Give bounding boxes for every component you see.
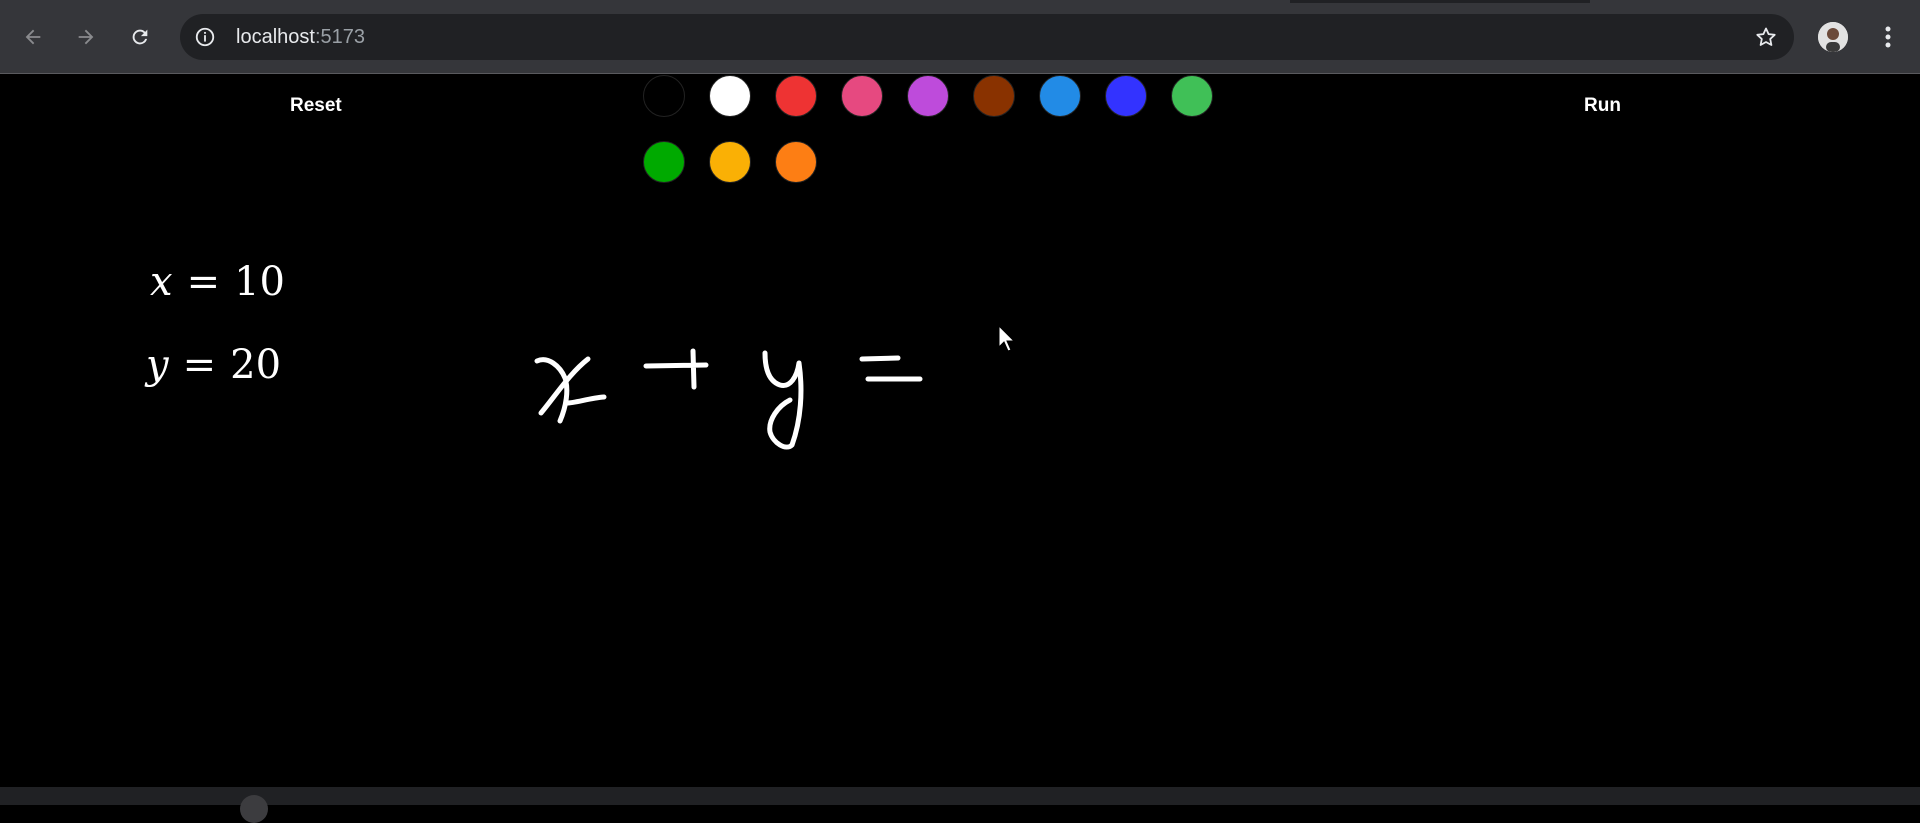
color-swatch-orange[interactable]: [775, 141, 817, 183]
bottom-strip-dot: [240, 795, 268, 823]
reset-button[interactable]: Reset: [278, 91, 354, 121]
browser-menu-button[interactable]: [1872, 21, 1904, 53]
address-bar[interactable]: localhost:5173: [180, 14, 1794, 60]
result-variable: y: [146, 342, 169, 388]
color-swatch-blue[interactable]: [1105, 75, 1147, 117]
result-y: y = 20: [146, 342, 281, 388]
profile-avatar-icon: [1818, 22, 1848, 52]
reload-icon: [132, 29, 148, 45]
back-button[interactable]: [17, 21, 49, 53]
info-icon[interactable]: [194, 26, 216, 48]
result-variable: x: [150, 259, 173, 305]
reload-button[interactable]: [124, 21, 156, 53]
profile-avatar[interactable]: [1818, 22, 1848, 52]
result-value: 20: [230, 342, 282, 388]
color-swatch-black[interactable]: [643, 75, 685, 117]
drawing-canvas[interactable]: [0, 75, 1920, 787]
arrow-left-icon: [25, 29, 41, 45]
color-swatch-white[interactable]: [709, 75, 751, 117]
handwritten-plus-stroke: [643, 348, 709, 390]
url-text: localhost:5173: [236, 26, 365, 48]
color-swatch-red[interactable]: [775, 75, 817, 117]
result-equals: =: [182, 342, 217, 388]
forward-button[interactable]: [70, 21, 102, 53]
star-icon[interactable]: [1754, 25, 1778, 49]
tab-strip: [1290, 0, 1590, 3]
result-x: x = 10: [150, 259, 285, 305]
arrow-right-icon: [78, 29, 94, 45]
color-swatch-purple[interactable]: [907, 75, 949, 117]
color-swatch-yellow[interactable]: [709, 141, 751, 183]
more-vertical-icon: [1885, 26, 1891, 48]
handwritten-equals-stroke: [859, 355, 923, 382]
handwritten-x-stroke: [534, 356, 607, 424]
color-swatch-green[interactable]: [643, 141, 685, 183]
color-swatch-light-blue[interactable]: [1039, 75, 1081, 117]
url-host: localhost: [236, 26, 315, 48]
mouse-cursor-icon: [998, 325, 1016, 352]
result-value: 10: [234, 259, 285, 305]
bottom-strip: [0, 787, 1920, 823]
app-canvas-page: Reset Run x = 10 y = 20: [0, 75, 1920, 787]
color-swatch-light-green[interactable]: [1171, 75, 1213, 117]
color-swatch-brown[interactable]: [973, 75, 1015, 117]
url-port: :5173: [314, 26, 365, 48]
run-button[interactable]: Run: [1572, 91, 1633, 121]
browser-toolbar: localhost:5173: [0, 0, 1920, 74]
handwritten-y-stroke: [762, 350, 804, 450]
color-swatch-pink[interactable]: [841, 75, 883, 117]
result-equals: =: [186, 259, 221, 305]
